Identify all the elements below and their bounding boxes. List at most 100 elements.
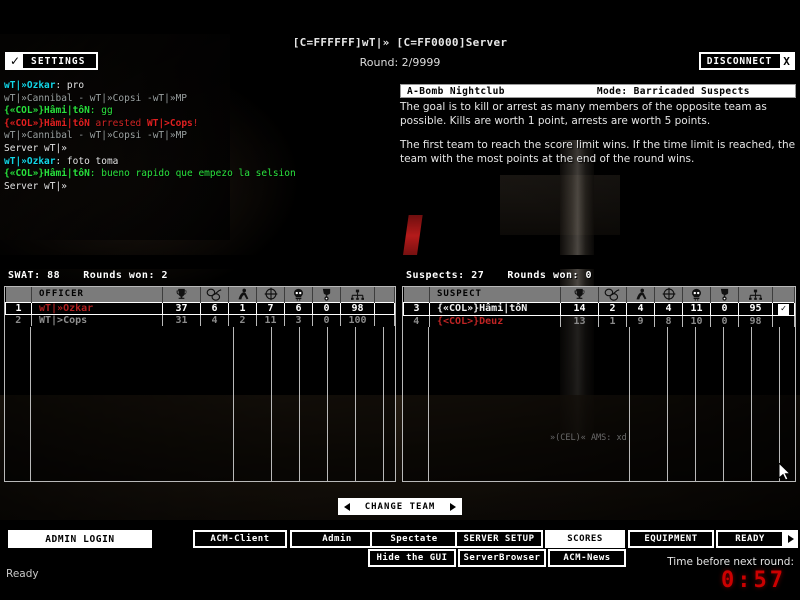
settings-label: SETTINGS — [31, 55, 86, 67]
player-stat: 0 — [710, 315, 739, 327]
acm-news-button[interactable]: ACM-News — [548, 549, 626, 567]
player-name: {<COL>}Deuz — [437, 315, 504, 327]
player-stat: 6 — [200, 301, 229, 315]
arrest-icon[interactable] — [626, 287, 655, 302]
chat-line: {«COL»}Hâmi|tôN: bueno rapido que empezo… — [4, 168, 396, 181]
crosshair-icon[interactable] — [654, 287, 683, 302]
player-name-cell: wT|»Ozkar — [31, 301, 163, 315]
briefing-paragraph: The first team to reach the score limit … — [400, 139, 796, 165]
spectate-button[interactable]: Spectate — [370, 530, 458, 548]
table-row[interactable]: 2 WT|>Cops 31 4 2 11 3 0 100 — [5, 314, 395, 326]
change-team-button[interactable]: CHANGE TEAM — [338, 498, 462, 515]
settings-button[interactable]: ✓ SETTINGS — [5, 52, 98, 70]
rank-column-header — [403, 287, 430, 302]
player-stat: 10 — [682, 315, 711, 327]
player-name-cell: {«COL»}Hâmi|tôN — [429, 301, 561, 316]
player-stat: 0 — [312, 301, 341, 315]
disconnect-button[interactable]: DISCONNECT X — [698, 52, 795, 70]
crosshair-icon[interactable] — [256, 287, 285, 302]
equipment-button[interactable]: EQUIPMENT — [628, 530, 714, 548]
acm-client-button[interactable]: ACM-Client — [193, 530, 287, 548]
server-setup-button[interactable]: SERVER SETUP — [455, 530, 543, 548]
swat-rounds-won: Rounds won: 2 — [83, 270, 169, 281]
serverbrowser-button[interactable]: ServerBrowser — [458, 549, 546, 567]
suspects-team-header: Suspects: 27 Rounds won: 0 — [406, 270, 592, 281]
ghost-chat-text: »(CEL)« AMS: xd — [550, 433, 627, 443]
trophy-icon[interactable] — [560, 287, 599, 302]
chat-segment: {«COL»}Hâmi|tôN — [4, 117, 90, 129]
player-stat: 37 — [162, 301, 201, 315]
chat-segment: WT|>Cops — [147, 117, 193, 129]
player-stat: 8 — [654, 315, 683, 327]
briefing-header: A-Bomb Nightclub Mode: Barricaded Suspec… — [400, 84, 796, 98]
arrow-right-icon[interactable] — [449, 502, 456, 511]
player-stat: 1 — [598, 315, 627, 327]
swat-table-header: OFFICER — [5, 287, 395, 302]
chat-segment: : pro — [55, 80, 85, 91]
name-column-header[interactable]: SUSPECT — [429, 287, 561, 302]
player-name: WT|>Cops — [39, 314, 88, 326]
close-icon[interactable]: X — [778, 54, 793, 68]
swat-score: SWAT: 88 — [8, 270, 61, 281]
change-team-label: CHANGE TEAM — [364, 501, 436, 512]
chat-segment: {«COL»}Hâmi|tôN — [4, 105, 90, 117]
game-screen: [C=FFFFFF]wT|» [C=FF0000]Server Round: 2… — [0, 0, 800, 600]
table-row[interactable]: 4 {<COL>}Deuz 13 1 9 8 10 0 98 — [403, 315, 795, 327]
player-stat: 31 — [162, 314, 201, 326]
skull-icon[interactable] — [682, 287, 711, 302]
ready-next-arrow-button[interactable] — [784, 530, 798, 548]
arrow-left-icon[interactable] — [344, 502, 350, 511]
arrest-icon[interactable] — [228, 287, 257, 302]
handcuffs-icon[interactable] — [200, 287, 229, 302]
player-stat: 0 — [710, 301, 739, 316]
table-row[interactable]: 3 {«COL»}Hâmi|tôN 14 2 4 4 11 0 95 ✓ — [403, 301, 795, 316]
name-column-header[interactable]: OFFICER — [31, 287, 163, 302]
scores-button[interactable]: SCORES — [545, 530, 625, 548]
chat-line: wT|»Cannibal - wT|»Copsi -wT|»MP — [4, 130, 396, 143]
timer-label: Time before next round: — [667, 556, 794, 568]
chat-segment: wT|»Cannibal - wT|»Copsi -wT|»MP — [4, 92, 188, 104]
rank-column-header — [5, 287, 32, 302]
chat-line: wT|»Ozkar: foto toma — [4, 156, 396, 169]
status-text: Ready — [6, 568, 39, 580]
suspects-scoreboard-panel[interactable]: SUSPECT 3 {«COL»}Hâmi|tôN 14 2 4 4 11 0 95 ✓ 4 {<CO… — [402, 286, 796, 482]
medal-icon[interactable] — [710, 287, 739, 302]
player-stat: 0 — [312, 314, 341, 326]
briefing-paragraph: The goal is to kill or arrest as many me… — [400, 101, 767, 127]
table-row[interactable]: 1 wT|»Ozkar 37 6 1 7 6 0 98 — [5, 301, 395, 315]
hide-the-gui-button[interactable]: Hide the GUI — [368, 549, 456, 567]
settings-checkbox[interactable]: ✓ — [7, 54, 23, 68]
player-name: {«COL»}Hâmi|tôN — [437, 303, 528, 314]
ping-icon[interactable] — [738, 287, 773, 302]
medal-icon[interactable] — [312, 287, 341, 302]
player-stat: 1 — [228, 301, 257, 315]
map-name: A-Bomb Nightclub — [407, 85, 505, 97]
ready-column-header — [772, 287, 795, 302]
ready-check-icon: ✓ — [778, 303, 789, 315]
player-name: wT|»Ozkar — [39, 302, 94, 314]
player-stat: 14 — [560, 301, 599, 316]
swat-scoreboard-panel[interactable]: OFFICER 1 wT|»Ozkar 37 6 1 7 6 0 98 2 WT|>Cops 31 4 2… — [4, 286, 396, 482]
player-stat: 13 — [560, 315, 599, 327]
suspects-table: SUSPECT 3 {«COL»}Hâmi|tôN 14 2 4 4 11 0 95 ✓ 4 {<CO… — [403, 287, 795, 327]
player-stat: 7 — [256, 301, 285, 315]
suspects-table-body: 3 {«COL»}Hâmi|tôN 14 2 4 4 11 0 95 ✓ 4 {<COL>}Deuz 1… — [403, 301, 795, 327]
player-stat: 11 — [682, 301, 711, 316]
skull-icon[interactable] — [284, 287, 313, 302]
admin-login-button[interactable]: ADMIN LOGIN — [7, 529, 153, 549]
chat-segment: ! — [192, 117, 199, 129]
chat-segment: Server wT|» — [4, 180, 67, 192]
chat-segment: : bueno rapido que empezo la selsion — [89, 168, 296, 180]
chat-segment: : foto toma — [55, 155, 119, 167]
disconnect-label: DISCONNECT — [706, 55, 772, 67]
player-rank: 3 — [403, 301, 430, 316]
handcuffs-icon[interactable] — [598, 287, 627, 302]
chat-segment: wT|»Cannibal - wT|»Copsi -wT|»MP — [4, 130, 188, 142]
trophy-icon[interactable] — [162, 287, 201, 302]
player-name-cell: {<COL>}Deuz — [429, 315, 561, 327]
player-rank: 2 — [5, 314, 32, 326]
ready-button[interactable]: READY — [716, 530, 784, 548]
player-rank: 1 — [5, 301, 32, 315]
ping-icon[interactable] — [340, 287, 375, 302]
round-counter: Round: 2/9999 — [359, 56, 441, 69]
